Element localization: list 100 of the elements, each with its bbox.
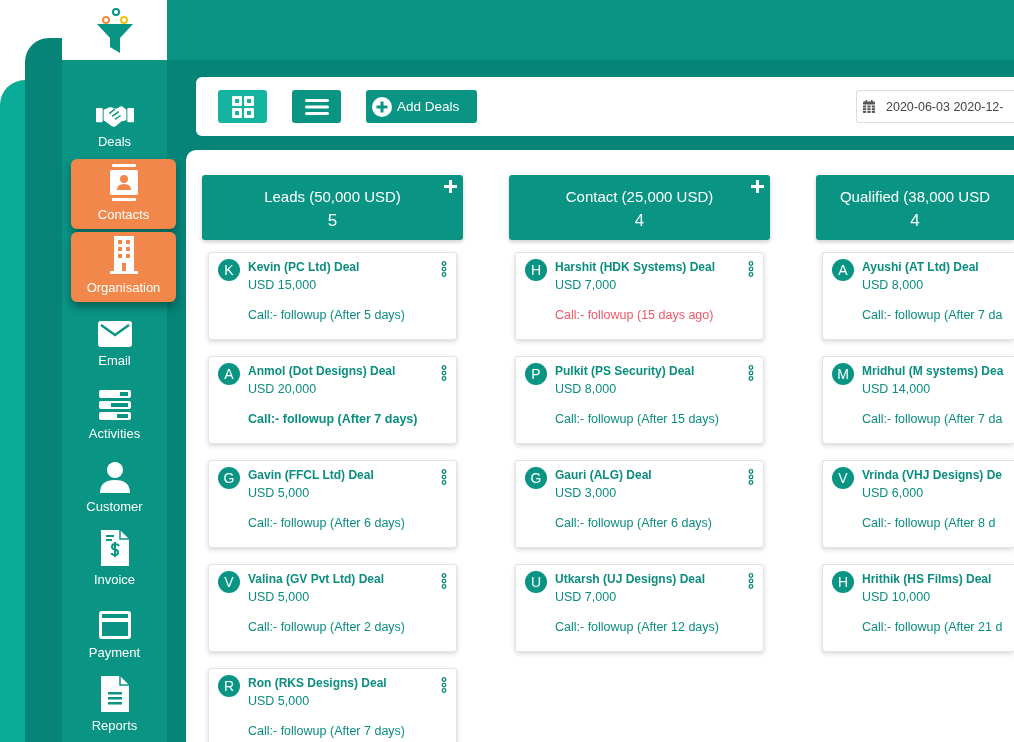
dollar-document-icon xyxy=(100,530,129,566)
sidebar-item[interactable]: Customer xyxy=(62,451,167,521)
avatar-initial: R xyxy=(218,675,240,697)
avatar-initial: U xyxy=(525,571,547,593)
funnel-logo-icon xyxy=(94,7,135,53)
deal-card[interactable]: M Mridhul (M systems) Dea USD 14,000 Call:- followup (After 7 da xyxy=(822,356,1014,444)
sidebar-item[interactable]: Activities xyxy=(62,378,167,448)
avatar-initial: P xyxy=(525,363,547,385)
list-view-button[interactable] xyxy=(292,90,341,123)
deal-title: Anmol (Dot Designs) Deal xyxy=(248,363,396,380)
menu-icon xyxy=(304,98,329,115)
kebab-menu-icon[interactable] xyxy=(748,365,754,381)
plus-icon[interactable] xyxy=(751,180,764,193)
deal-amount: USD 10,000 xyxy=(862,589,931,606)
avatar-initial: A xyxy=(218,363,240,385)
followup-text: Call:- followup (After 5 days) xyxy=(248,307,405,323)
avatar-initial: H xyxy=(525,259,547,281)
deal-amount: USD 5,000 xyxy=(248,589,310,606)
avatar-initial: G xyxy=(525,467,547,489)
followup-text: Call:- followup (After 2 days) xyxy=(248,619,405,635)
deal-title: Ayushi (AT Ltd) Deal xyxy=(862,259,979,276)
sidebar-item[interactable]: Payment xyxy=(62,597,167,667)
kebab-menu-icon[interactable] xyxy=(441,261,447,277)
avatar-initial: H xyxy=(832,571,854,593)
grid-icon xyxy=(231,95,254,118)
handshake-icon xyxy=(95,103,134,128)
deal-card[interactable]: A Ayushi (AT Ltd) Deal USD 8,000 Call:- followup (After 7 da xyxy=(822,252,1014,340)
user-icon xyxy=(99,462,130,493)
kebab-menu-icon[interactable] xyxy=(748,573,754,589)
deal-title: Utkarsh (UJ Designs) Deal xyxy=(555,571,706,588)
deal-card[interactable]: P Pulkit (PS Security) Deal USD 8,000 Call:- followup (After 15 days) xyxy=(515,356,764,444)
plus-icon[interactable] xyxy=(444,180,457,193)
avatar-initial: V xyxy=(218,571,240,593)
calendar-icon xyxy=(863,100,875,113)
sidebar-item[interactable]: Email xyxy=(62,305,167,375)
followup-text: Call:- followup (15 days ago) xyxy=(555,307,714,323)
add-deals-button[interactable]: Add Deals xyxy=(366,90,478,123)
sidebar-item[interactable]: Organisation xyxy=(71,232,176,302)
contact-card-icon xyxy=(109,164,138,201)
column-title: Qualified (38,000 USD xyxy=(839,187,991,207)
deal-card[interactable]: H Hrithik (HS Films) Deal USD 10,000 Call:- followup (After 21 d xyxy=(822,564,1014,652)
deal-title: Harshit (HDK Systems) Deal xyxy=(555,259,716,276)
deal-amount: USD 8,000 xyxy=(862,277,924,294)
followup-text: Call:- followup (After 7 da xyxy=(862,411,1003,427)
followup-text: Call:- followup (After 15 days) xyxy=(555,411,719,427)
deal-card[interactable]: A Anmol (Dot Designs) Deal USD 20,000 Call:- followup (After 7 days) xyxy=(208,356,457,444)
deal-title: Valina (GV Pvt Ltd) Deal xyxy=(248,571,385,588)
column-title: Contact (25,000 USD) xyxy=(565,187,714,207)
kebab-menu-icon[interactable] xyxy=(441,573,447,589)
column-count: 5 xyxy=(327,210,338,232)
deal-card[interactable]: G Gauri (ALG) Deal USD 3,000 Call:- followup (After 6 days) xyxy=(515,460,764,548)
followup-text: Call:- followup (After 12 days) xyxy=(555,619,719,635)
avatar-initial: V xyxy=(832,467,854,489)
deal-card[interactable]: R Ron (RKS Designs) Deal USD 5,000 Call:- followup (After 7 days) xyxy=(208,668,457,742)
grid-view-button[interactable] xyxy=(218,90,267,123)
deal-amount: USD 3,000 xyxy=(555,485,617,502)
kebab-menu-icon[interactable] xyxy=(748,261,754,277)
deal-card[interactable]: U Utkarsh (UJ Designs) Deal USD 7,000 Call:- followup (After 12 days) xyxy=(515,564,764,652)
deal-amount: USD 5,000 xyxy=(248,693,310,710)
deal-amount: USD 7,000 xyxy=(555,277,617,294)
deal-title: Gavin (FFCL Ltd) Deal xyxy=(248,467,374,484)
avatar-initial: M xyxy=(832,363,854,385)
followup-text: Call:- followup (After 7 da xyxy=(862,307,1003,323)
credit-card-icon xyxy=(98,611,131,639)
sidebar-item[interactable]: Deals xyxy=(62,86,167,156)
deal-amount: USD 5,000 xyxy=(248,485,310,502)
deal-amount: USD 20,000 xyxy=(248,381,317,398)
followup-text: Call:- followup (After 6 days) xyxy=(555,515,712,531)
kebab-menu-icon[interactable] xyxy=(441,365,447,381)
date-range-field[interactable]: 2020-06-03 2020-12- xyxy=(856,90,1014,123)
deal-card[interactable]: V Valina (GV Pvt Ltd) Deal USD 5,000 Call:- followup (After 2 days) xyxy=(208,564,457,652)
stacked-bars-icon xyxy=(98,390,131,420)
deal-title: Ron (RKS Designs) Deal xyxy=(248,675,387,692)
deal-amount: USD 7,000 xyxy=(555,589,617,606)
deal-title: Kevin (PC Ltd) Deal xyxy=(248,259,360,276)
avatar-initial: K xyxy=(218,259,240,281)
column-title: Leads (50,000 USD) xyxy=(264,187,401,207)
sidebar-item[interactable]: Invoice xyxy=(62,524,167,594)
kebab-menu-icon[interactable] xyxy=(441,469,447,485)
avatar-initial: G xyxy=(218,467,240,489)
deal-title: Vrinda (VHJ Designs) De xyxy=(862,467,1003,484)
deal-card[interactable]: V Vrinda (VHJ Designs) De USD 6,000 Call:- followup (After 8 d xyxy=(822,460,1014,548)
column-count: 4 xyxy=(910,210,920,232)
deal-title: Gauri (ALG) Deal xyxy=(555,467,652,484)
deal-card[interactable]: K Kevin (PC Ltd) Deal USD 15,000 Call:- followup (After 5 days) xyxy=(208,252,457,340)
envelope-icon xyxy=(97,321,132,347)
deal-title: Pulkit (PS Security) Deal xyxy=(555,363,695,380)
plus-circle-icon xyxy=(372,96,392,117)
kebab-menu-icon[interactable] xyxy=(441,677,447,693)
deal-card[interactable]: G Gavin (FFCL Ltd) Deal USD 5,000 Call:- followup (After 6 days) xyxy=(208,460,457,548)
deal-title: Hrithik (HS Films) Deal xyxy=(862,571,992,588)
followup-text: Call:- followup (After 7 days) xyxy=(248,723,405,739)
sidebar-item[interactable]: Reports xyxy=(62,670,167,740)
deal-card[interactable]: H Harshit (HDK Systems) Deal USD 7,000 Call:- followup (15 days ago) xyxy=(515,252,764,340)
deal-amount: USD 14,000 xyxy=(862,381,931,398)
followup-text: Call:- followup (After 6 days) xyxy=(248,515,405,531)
building-icon xyxy=(109,236,138,274)
kebab-menu-icon[interactable] xyxy=(748,469,754,485)
followup-text: Call:- followup (After 8 d xyxy=(862,515,996,531)
sidebar-item[interactable]: Contacts xyxy=(71,159,176,229)
